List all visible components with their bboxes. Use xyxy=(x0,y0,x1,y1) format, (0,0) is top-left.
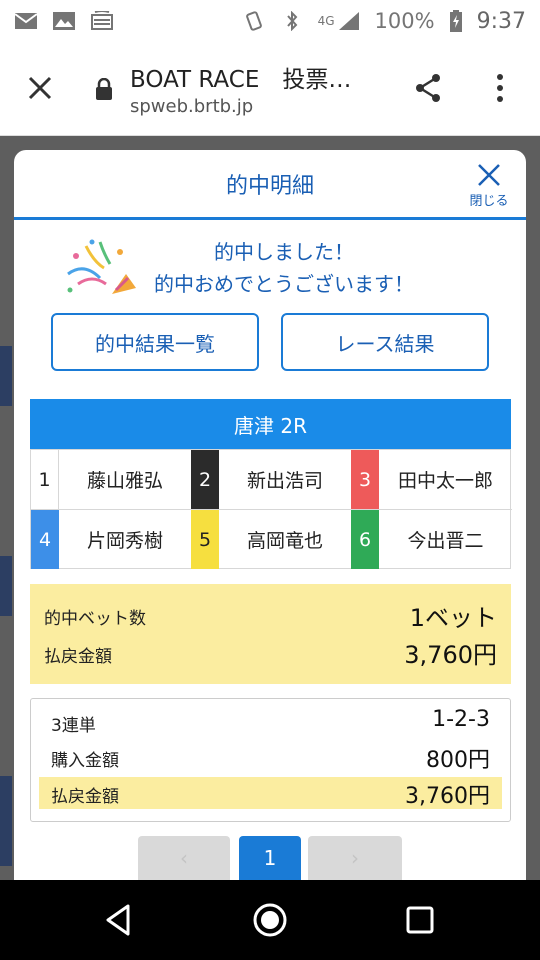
clock: 9:37 xyxy=(476,8,526,34)
bluetooth-icon xyxy=(286,11,297,31)
payout-label: 払戻金額 xyxy=(44,647,112,667)
racer-name: 藤山雅弘 xyxy=(86,470,163,492)
racer-name: 今出晋二 xyxy=(407,530,484,552)
vibrate-icon xyxy=(245,11,262,31)
bet-detail: 3連単 1-2-3 購入金額 800円 払戻金額 3,760円 xyxy=(30,698,511,822)
racer-number: 2 xyxy=(191,450,219,509)
image-icon xyxy=(53,12,75,30)
racer-number: 4 xyxy=(31,510,59,569)
racer-name: 片岡秀樹 xyxy=(86,530,163,552)
racer-number: 3 xyxy=(351,450,379,509)
next-page-button[interactable]: › xyxy=(308,836,402,880)
page-url[interactable]: spweb.brtb.jp xyxy=(130,96,253,117)
signal-icon xyxy=(338,12,359,30)
racer-cell: 5 高岡竜也 xyxy=(191,510,351,569)
congrats-message: 的中しました！ 的中おめでとうございます！ xyxy=(14,234,526,304)
racer-number: 6 xyxy=(351,510,379,569)
battery-charging-icon xyxy=(449,10,462,32)
race-result-button[interactable]: レース結果 xyxy=(281,313,489,371)
bg-strip xyxy=(0,556,12,616)
bets-label: 的中ベット数 xyxy=(44,609,146,629)
hit-summary: 的中ベット数 1ベット 払戻金額 3,760円 xyxy=(30,584,511,684)
purchase-value: 800円 xyxy=(426,748,490,773)
prev-page-button[interactable]: ‹ xyxy=(138,836,230,880)
more-options-icon[interactable] xyxy=(488,70,512,106)
racer-cell: 4 片岡秀樹 xyxy=(31,510,191,569)
hit-list-button[interactable]: 的中結果一覧 xyxy=(51,313,259,371)
page-1-button[interactable]: 1 xyxy=(239,836,301,880)
race-title: 唐津 2R xyxy=(30,399,511,449)
recents-icon[interactable] xyxy=(400,900,440,940)
modal-title: 的中明細 xyxy=(225,174,314,199)
racer-grid: 1 藤山雅弘 2 新出浩司 3 田中太一郎 4 片岡秀樹 5 高岡竜也 6 今出… xyxy=(30,449,512,569)
close-label: 閉じる xyxy=(469,194,509,209)
payout-value: 3,760円 xyxy=(404,641,497,669)
share-icon[interactable] xyxy=(410,70,446,106)
bg-strip xyxy=(0,776,12,866)
close-tab-icon[interactable] xyxy=(22,70,58,106)
lock-icon xyxy=(96,78,112,100)
detail-payout-label: 払戻金額 xyxy=(51,787,119,807)
pagination: ‹ 1 › xyxy=(14,836,526,880)
page-title: BOAT RACE 投票… xyxy=(130,67,352,93)
bets-value: 1ベット xyxy=(409,604,497,632)
bet-combination: 1-2-3 xyxy=(432,707,490,732)
cast-icon xyxy=(91,11,113,30)
purchase-label: 購入金額 xyxy=(51,751,119,771)
bet-type-label: 3連単 xyxy=(51,716,96,736)
racer-cell: 6 今出晋二 xyxy=(351,510,512,569)
detail-payout-value: 3,760円 xyxy=(405,784,490,809)
congrats-line-2: 的中おめでとうございます！ xyxy=(154,272,414,296)
racer-name: 高岡竜也 xyxy=(246,530,323,552)
network-label: 4G xyxy=(317,14,335,28)
battery-percent: 100% xyxy=(374,9,435,33)
racer-number: 5 xyxy=(191,510,219,569)
party-popper-icon xyxy=(67,239,136,294)
racer-name: 田中太一郎 xyxy=(397,470,493,492)
racer-name: 新出浩司 xyxy=(246,470,323,492)
congrats-line-1: 的中しました！ xyxy=(214,240,354,264)
racer-number: 1 xyxy=(31,450,59,509)
modal-header: 的中明細 閉じる xyxy=(14,150,526,220)
racer-cell: 1 藤山雅弘 xyxy=(31,450,191,509)
browser-toolbar: BOAT RACE 投票… spweb.brtb.jp xyxy=(0,42,540,136)
hit-detail-modal: 的中明細 閉じる 的中しました！ 的中おめでとうございます！ 的中結果一覧 レー… xyxy=(14,150,526,880)
racer-cell: 3 田中太一郎 xyxy=(351,450,512,509)
home-icon[interactable] xyxy=(250,900,290,940)
racer-cell: 2 新出浩司 xyxy=(191,450,351,509)
close-icon xyxy=(478,164,500,186)
navigation-bar xyxy=(0,880,540,960)
modal-close-button[interactable]: 閉じる xyxy=(464,162,514,212)
bg-strip xyxy=(0,346,12,406)
back-icon[interactable] xyxy=(100,900,140,940)
status-bar: 4G 100% 9:37 xyxy=(0,0,540,42)
mail-icon xyxy=(14,13,38,29)
